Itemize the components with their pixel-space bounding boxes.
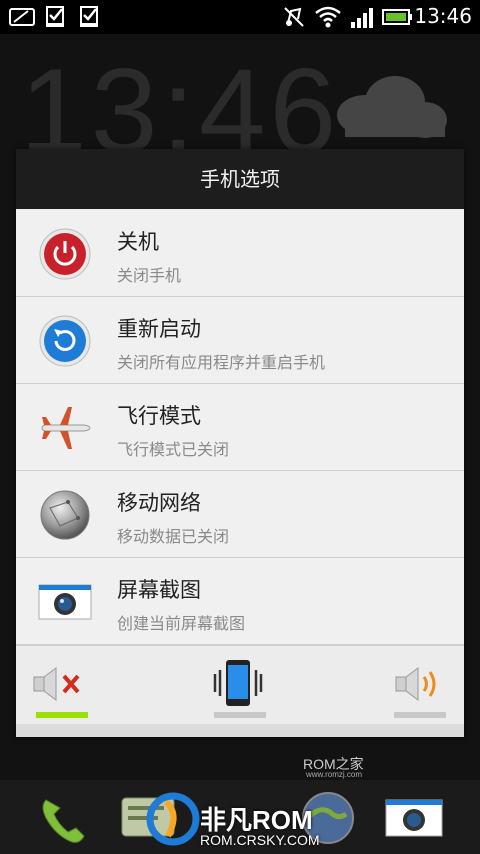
inactive-indicator xyxy=(394,712,446,718)
brand-url: ROM.CRSKY.COM xyxy=(200,832,320,848)
vibrate-phone-icon xyxy=(213,660,263,706)
option-title: 飞行模式 xyxy=(117,404,201,428)
phone-options-dialog: 手机选项 关机 关闭手机 重新启动 关闭所有应用程序并重启手机 飞行模式 飞行模… xyxy=(16,149,464,737)
dialog-title: 手机选项 xyxy=(16,149,464,209)
camera-icon[interactable] xyxy=(384,794,444,842)
wifi-icon xyxy=(315,6,341,28)
rom-watermark-url: www.romzj.com xyxy=(306,770,363,779)
checklist-icon xyxy=(80,6,98,27)
status-time: 13:46 xyxy=(414,4,472,28)
option-subtitle: 关闭手机 xyxy=(117,266,182,285)
signal-icon xyxy=(351,8,373,28)
mute-icon xyxy=(284,7,304,27)
mute-speaker-icon xyxy=(33,667,80,701)
option-subtitle: 飞行模式已关闭 xyxy=(117,440,230,459)
option-title: 关机 xyxy=(117,230,159,254)
screenshot-camera-icon xyxy=(38,584,92,620)
option-restart[interactable]: 重新启动 关闭所有应用程序并重启手机 xyxy=(16,297,464,384)
cloud-icon xyxy=(337,76,447,138)
phone-icon[interactable] xyxy=(36,792,90,846)
inactive-indicator xyxy=(214,712,266,718)
sound-mode-mute-button[interactable] xyxy=(16,646,126,726)
option-power-off[interactable]: 关机 关闭手机 xyxy=(16,210,464,297)
dialog-footer xyxy=(16,724,464,737)
status-bar: 13:46 xyxy=(0,0,480,34)
option-title: 屏幕截图 xyxy=(117,578,201,602)
option-title: 移动网络 xyxy=(117,491,201,515)
option-mobile-network[interactable]: 移动网络 移动数据已关闭 xyxy=(16,471,464,558)
power-icon xyxy=(39,228,91,280)
message-icon xyxy=(9,8,35,26)
checklist-icon xyxy=(46,6,64,27)
option-title: 重新启动 xyxy=(117,317,201,341)
option-subtitle: 关闭所有应用程序并重启手机 xyxy=(117,353,326,372)
network-globe-icon xyxy=(40,490,90,540)
speaker-on-icon xyxy=(395,667,436,701)
sound-mode-row xyxy=(16,645,464,726)
active-indicator xyxy=(36,712,88,718)
option-airplane-mode[interactable]: 飞行模式 飞行模式已关闭 xyxy=(16,384,464,471)
battery-icon xyxy=(382,9,412,25)
option-subtitle: 移动数据已关闭 xyxy=(117,527,230,546)
brand-logo-icon xyxy=(146,792,200,846)
restart-icon xyxy=(39,315,91,367)
option-screenshot[interactable]: 屏幕截图 创建当前屏幕截图 xyxy=(16,558,464,645)
airplane-icon xyxy=(41,407,91,449)
sound-mode-sound-on-button[interactable] xyxy=(368,646,478,726)
option-subtitle: 创建当前屏幕截图 xyxy=(117,614,246,633)
sound-mode-vibrate-button[interactable] xyxy=(186,646,296,726)
